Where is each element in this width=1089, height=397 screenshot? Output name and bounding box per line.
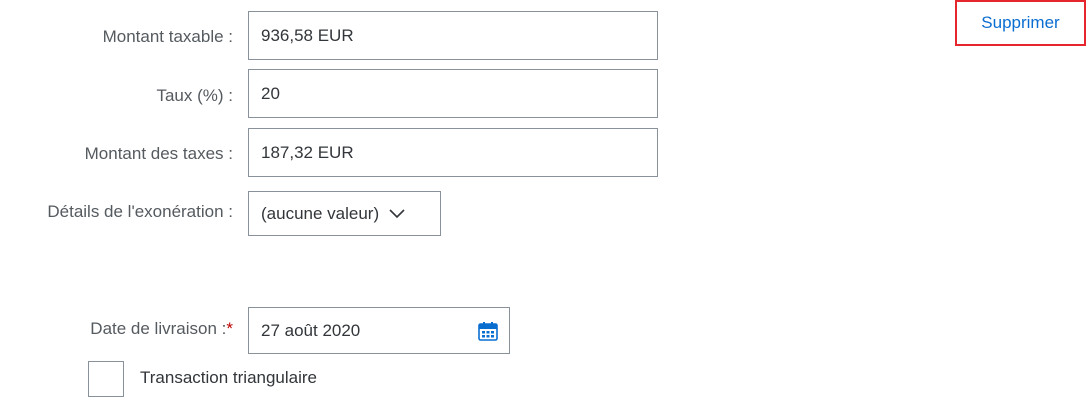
calendar-icon[interactable] xyxy=(477,320,499,342)
rate-label: Taux (%) : xyxy=(156,86,233,105)
rate-value: 20 xyxy=(261,83,280,103)
exemption-label: Détails de l'exonération : xyxy=(47,202,233,221)
delete-button-label: Supprimer xyxy=(981,13,1060,32)
chevron-down-icon xyxy=(389,208,405,219)
exemption-selected-value: (aucune valeur) xyxy=(261,203,380,223)
taxable-amount-field[interactable]: 936,58 EUR xyxy=(248,11,658,60)
exemption-select[interactable]: (aucune valeur) xyxy=(248,191,441,236)
delivery-date-field[interactable]: 27 août 2020 xyxy=(248,307,510,354)
delivery-date-label: Date de livraison :* xyxy=(90,319,233,339)
rate-field[interactable]: 20 xyxy=(248,69,658,118)
taxable-amount-label: Montant taxable : xyxy=(102,27,233,46)
delete-button[interactable]: Supprimer xyxy=(955,0,1086,46)
required-mark: * xyxy=(226,319,233,338)
delivery-date-label-text: Date de livraison : xyxy=(90,319,227,338)
triangular-transaction-label: Transaction triangulaire xyxy=(140,368,318,387)
taxable-amount-value: 936,58 EUR xyxy=(261,25,354,45)
triangular-transaction-checkbox[interactable] xyxy=(88,361,124,397)
tax-amount-field[interactable]: 187,32 EUR xyxy=(248,128,658,177)
delivery-date-value: 27 août 2020 xyxy=(261,320,361,340)
tax-amount-value: 187,32 EUR xyxy=(261,142,354,162)
tax-amount-label: Montant des taxes : xyxy=(84,144,233,163)
